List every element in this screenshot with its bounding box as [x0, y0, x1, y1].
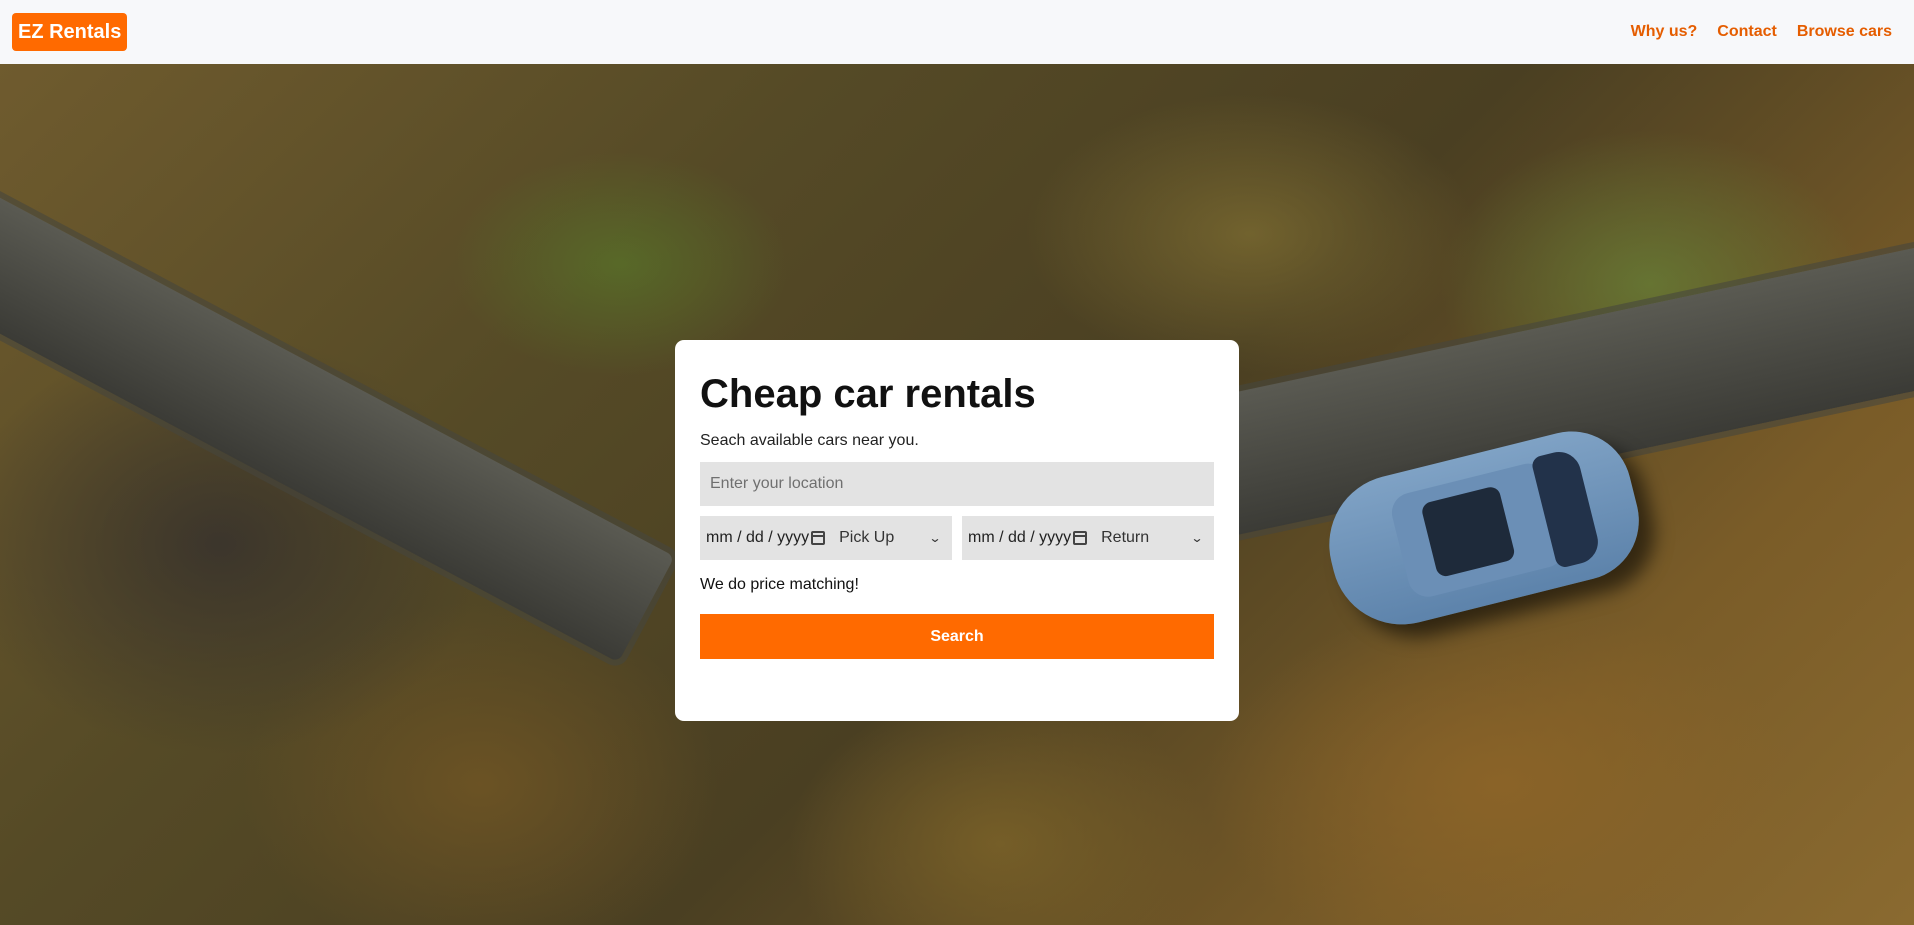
return-date-input[interactable]: mm / dd / yyyy — [968, 529, 1071, 547]
pickup-group: mm / dd / yyyy Pick Up ⌄ — [700, 516, 952, 560]
chevron-down-icon: ⌄ — [1190, 531, 1204, 545]
nav-links: Why us? Contact Browse cars — [1631, 23, 1902, 41]
search-subtitle: Seach available cars near you. — [700, 432, 919, 449]
chevron-down-icon: ⌄ — [928, 531, 942, 545]
brand-logo[interactable]: EZ Rentals — [12, 13, 128, 51]
page-title: Cheap car rentals — [700, 372, 1036, 416]
calendar-icon[interactable] — [1073, 531, 1088, 545]
pickup-time-label: Pick Up — [839, 529, 895, 546]
calendar-icon[interactable] — [811, 531, 826, 545]
return-time-select[interactable]: Return ⌄ — [1101, 529, 1208, 547]
date-row: mm / dd / yyyy Pick Up ⌄ mm / dd / yyyy … — [700, 516, 1214, 560]
pickup-time-select[interactable]: Pick Up ⌄ — [839, 529, 946, 547]
return-group: mm / dd / yyyy Return ⌄ — [962, 516, 1214, 560]
pickup-date-input[interactable]: mm / dd / yyyy — [706, 529, 809, 547]
location-input[interactable] — [700, 462, 1214, 506]
road-left — [0, 134, 675, 663]
nav-link-browse-cars[interactable]: Browse cars — [1797, 23, 1892, 41]
price-matching-note: We do price matching! — [700, 576, 859, 593]
nav-link-why-us[interactable]: Why us? — [1631, 23, 1698, 41]
search-button[interactable]: Search — [700, 614, 1214, 659]
top-navbar: EZ Rentals Why us? Contact Browse cars — [0, 0, 1914, 64]
nav-link-contact[interactable]: Contact — [1717, 23, 1777, 41]
search-card: Cheap car rentals Seach available cars n… — [675, 340, 1239, 721]
return-time-label: Return — [1101, 529, 1150, 546]
